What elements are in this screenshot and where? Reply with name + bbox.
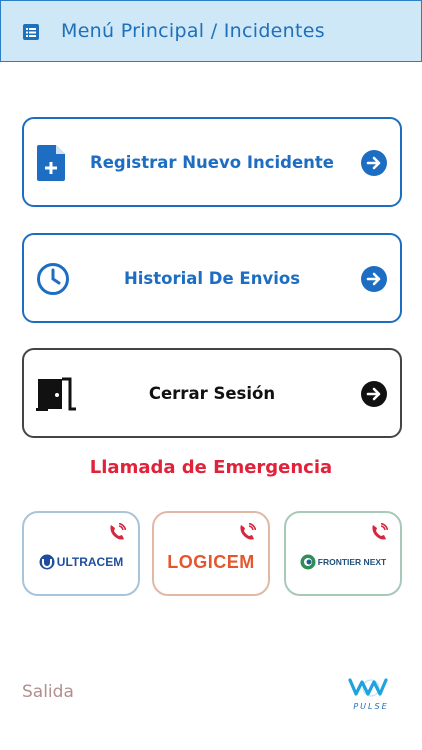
ultracem-logo-text: ULTRACEM [56, 555, 124, 569]
pulse-logo: PULSE [342, 676, 400, 711]
pulse-text: PULSE [353, 702, 389, 711]
door-exit-icon [36, 377, 76, 411]
logout-label: Cerrar Sesión [148, 383, 276, 403]
arrow-right-circle-icon [361, 266, 387, 292]
register-incident-label: Registrar Nuevo Incidente [90, 152, 334, 172]
ultracem-logo-icon [39, 554, 55, 570]
logicem-logo-text: LOGICEM [167, 551, 255, 572]
list-icon[interactable] [23, 24, 39, 40]
call-ultracem-button[interactable]: ULTRACEM [22, 511, 140, 596]
history-label: Historial De Envios [123, 268, 301, 288]
logout-button[interactable]: Cerrar Sesión [22, 348, 402, 438]
file-plus-icon [37, 145, 65, 181]
phone-ringing-icon [240, 523, 256, 540]
frontier-logo-text: FRONTIER NEXT [317, 557, 387, 567]
app-header: Menú Principal / Incidentes [0, 0, 422, 62]
exit-link[interactable]: Salida [22, 682, 74, 702]
phone-ringing-icon [372, 523, 388, 540]
page-title: Menú Principal / Incidentes [61, 20, 325, 42]
clock-icon [37, 263, 69, 295]
history-button[interactable]: Historial De Envios [22, 233, 402, 323]
call-logicem-button[interactable]: LOGICEM [152, 511, 270, 596]
arrow-right-circle-icon [361, 150, 387, 176]
register-incident-button[interactable]: Registrar Nuevo Incidente [22, 117, 402, 207]
frontier-logo-icon [300, 554, 316, 570]
arrow-right-circle-icon [361, 381, 387, 407]
call-frontier-next-button[interactable]: FRONTIER NEXT [284, 511, 402, 596]
emergency-title: Llamada de Emergencia [89, 457, 333, 478]
phone-ringing-icon [110, 523, 126, 540]
pulse-wave-icon [348, 678, 388, 697]
